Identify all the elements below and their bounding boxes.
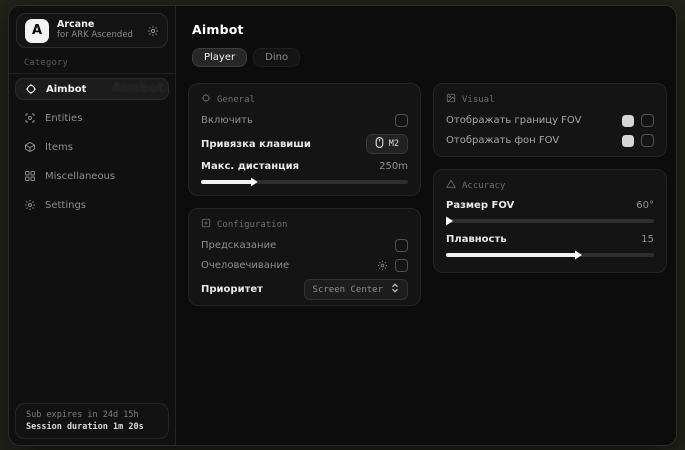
- card-title: Configuration: [217, 220, 287, 230]
- sidebar: A Arcane for ARK Ascended Category: [9, 6, 176, 445]
- grid-icon: [24, 170, 36, 182]
- humanize-label: Очеловечивание: [201, 260, 289, 271]
- tab-player[interactable]: Player: [192, 48, 247, 67]
- fov-size-label: Размер FOV: [446, 200, 514, 211]
- sidebar-item-label: Miscellaneous: [45, 171, 115, 182]
- keybind-label: Привязка клавиши: [201, 139, 311, 150]
- humanize-checkbox[interactable]: [395, 259, 408, 272]
- gear-icon[interactable]: [147, 25, 159, 37]
- sidebar-item-aimbot[interactable]: Aimbot Aimbot: [15, 78, 169, 100]
- sidebar-nav: Aimbot Aimbot Entities Item: [15, 78, 169, 216]
- priority-dropdown[interactable]: Screen Center: [304, 279, 408, 300]
- prediction-label: Предсказание: [201, 240, 276, 251]
- slider-thumb[interactable]: [575, 251, 582, 260]
- crosshair-icon: [201, 93, 211, 106]
- smoothness-slider[interactable]: [446, 253, 654, 257]
- fov-border-label: Отображать границу FOV: [446, 115, 581, 126]
- max-distance-label: Макс. дистанция: [201, 161, 299, 172]
- card-title: General: [217, 95, 255, 105]
- sub-expires-text: Sub expires in 24d 15h: [26, 410, 158, 420]
- sidebar-divider: [9, 73, 175, 74]
- sidebar-item-miscellaneous[interactable]: Miscellaneous: [15, 165, 169, 187]
- main-panel: Aimbot Player Dino General Включить Прив…: [176, 6, 676, 445]
- triangle-icon: [446, 179, 456, 192]
- priority-label: Приоритет: [201, 284, 263, 295]
- ghost-watermark: Aimbot: [111, 81, 164, 96]
- sidebar-item-label: Entities: [45, 113, 82, 124]
- sidebar-item-items[interactable]: Items: [15, 136, 169, 158]
- prediction-checkbox[interactable]: [395, 239, 408, 252]
- keybind-value: M2: [389, 139, 399, 149]
- sliders-icon: [201, 218, 211, 231]
- fov-border-checkbox[interactable]: [641, 114, 654, 127]
- crosshair-icon: [25, 83, 37, 95]
- gear-icon[interactable]: [377, 260, 388, 271]
- chevron-up-down-icon: [391, 283, 399, 296]
- slider-thumb[interactable]: [251, 178, 258, 187]
- mouse-icon: [375, 137, 384, 151]
- box-icon: [24, 141, 36, 153]
- slider-thumb[interactable]: [446, 217, 453, 226]
- scan-icon: [24, 112, 36, 124]
- keybind-button[interactable]: M2: [366, 134, 408, 154]
- priority-value: Screen Center: [313, 285, 383, 295]
- card-configuration: Configuration Предсказание Очеловечивани…: [188, 208, 421, 306]
- tab-dino[interactable]: Dino: [253, 48, 300, 67]
- fov-bg-checkbox[interactable]: [641, 134, 654, 147]
- sidebar-item-label: Items: [45, 142, 73, 153]
- fov-bg-label: Отображать фон FOV: [446, 135, 559, 146]
- sidebar-item-label: Aimbot: [46, 84, 86, 95]
- fov-size-value: 60°: [636, 200, 654, 211]
- session-duration-text: Session duration 1m 20s: [26, 422, 158, 432]
- max-distance-value: 250m: [379, 161, 408, 172]
- sidebar-item-settings[interactable]: Settings: [15, 194, 169, 216]
- card-title: Visual: [462, 95, 495, 105]
- enable-checkbox[interactable]: [395, 114, 408, 127]
- fov-border-color-swatch[interactable]: [622, 115, 634, 127]
- app-logo: A: [25, 19, 49, 43]
- card-accuracy: Accuracy Размер FOV 60° Плавность 15: [433, 169, 667, 273]
- page-title: Aimbot: [192, 22, 244, 37]
- tab-bar: Player Dino: [192, 48, 300, 67]
- fov-bg-color-swatch[interactable]: [622, 135, 634, 147]
- app-subtitle: for ARK Ascended: [57, 31, 139, 41]
- card-visual: Visual Отображать границу FOV Отображать…: [433, 83, 667, 157]
- card-general: General Включить Привязка клавиши M2: [188, 83, 421, 196]
- sidebar-item-entities[interactable]: Entities: [15, 107, 169, 129]
- brand-card: A Arcane for ARK Ascended: [16, 13, 168, 48]
- image-icon: [446, 93, 456, 106]
- smoothness-value: 15: [641, 234, 654, 245]
- category-label: Category: [24, 58, 68, 68]
- card-title: Accuracy: [462, 181, 505, 191]
- sidebar-item-label: Settings: [45, 200, 86, 211]
- subscription-info: Sub expires in 24d 15h Session duration …: [15, 403, 169, 439]
- max-distance-slider[interactable]: [201, 180, 408, 184]
- smoothness-label: Плавность: [446, 234, 507, 245]
- enable-label: Включить: [201, 115, 253, 126]
- app-window: A Arcane for ARK Ascended Category: [8, 5, 677, 446]
- gear-icon: [24, 199, 36, 211]
- fov-size-slider[interactable]: [446, 219, 654, 223]
